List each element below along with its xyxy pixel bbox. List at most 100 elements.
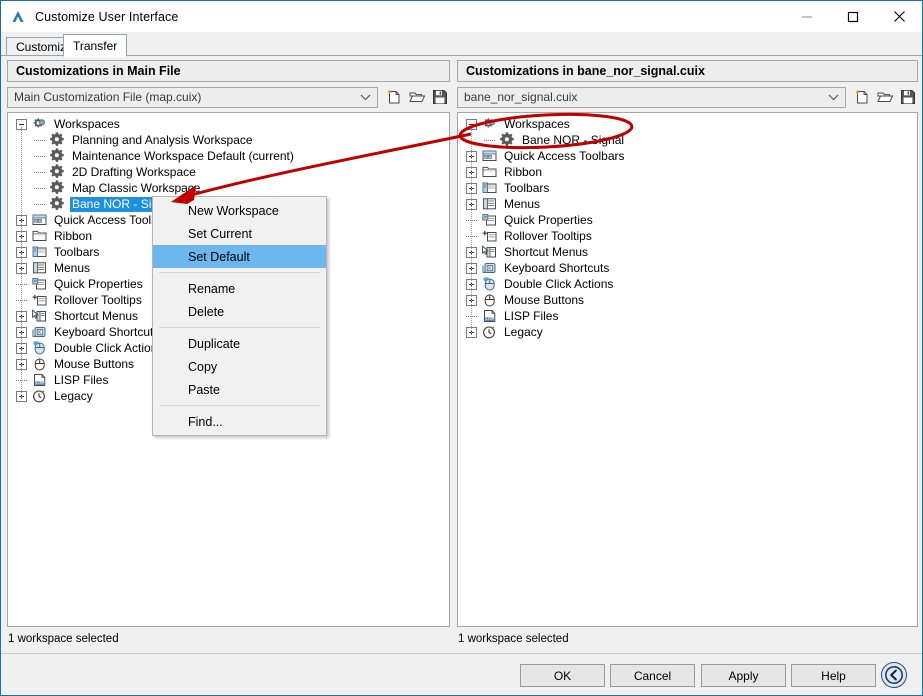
open-folder-icon[interactable] [407, 87, 427, 107]
autocad-logo-icon [10, 9, 26, 25]
context-menu-item[interactable]: Find... [153, 410, 326, 433]
tree-node-label: Quick Access Toolbars [504, 148, 625, 163]
right-panel-header: Customizations in bane_nor_signal.cuix [457, 60, 918, 82]
tree-node[interactable]: 2D Drafting Workspace [8, 164, 449, 180]
context-menu-item-label: Set Default [188, 249, 250, 264]
workspace-context-menu[interactable]: New Workspace Set Current Set Default Re… [152, 196, 327, 436]
ok-button-label: OK [553, 668, 572, 683]
save-icon[interactable] [898, 87, 918, 107]
tree-node[interactable]: Quick Properties [458, 212, 917, 228]
tree-node-label: Keyboard Shortcuts [54, 324, 160, 339]
close-icon[interactable] [876, 1, 922, 32]
workspace-gear-icon [49, 180, 66, 196]
menus-icon [31, 260, 48, 276]
chevron-down-icon[interactable] [360, 88, 371, 107]
context-menu-item[interactable]: New Workspace [153, 199, 326, 222]
help-button[interactable]: Help [791, 664, 876, 687]
open-folder-icon[interactable] [875, 87, 895, 107]
left-file-combo[interactable]: Main Customization File (map.cuix) [7, 86, 378, 108]
context-menu-item-label: Paste [188, 382, 220, 397]
tree-node[interactable]: Workspaces [458, 116, 917, 132]
chevron-left-circle-icon[interactable] [881, 662, 907, 688]
context-menu-item[interactable]: Duplicate [153, 332, 326, 355]
tree-node[interactable]: Ribbon [458, 164, 917, 180]
context-menu-separator [159, 327, 320, 328]
tree-node-label: Shortcut Menus [54, 308, 139, 323]
tree-node[interactable]: Maintenance Workspace Default (current) [8, 148, 449, 164]
save-icon[interactable] [430, 87, 450, 107]
right-customizations-panel: Customizations in bane_nor_signal.cuix b… [457, 60, 918, 649]
context-menu-item-label: Duplicate [188, 336, 241, 351]
context-menu-separator [159, 272, 320, 273]
tree-node-label: Keyboard Shortcuts [504, 260, 610, 275]
context-menu-item[interactable]: Paste [153, 378, 326, 401]
workspace-gear-icon [49, 164, 66, 180]
apply-button[interactable]: Apply [701, 664, 786, 687]
tree-node-label: Ribbon [54, 228, 93, 243]
ok-button[interactable]: OK [520, 664, 605, 687]
context-menu-item[interactable]: Delete [153, 300, 326, 323]
cancel-button-label: Cancel [633, 668, 672, 683]
right-status: 1 workspace selected [458, 630, 918, 648]
new-file-icon[interactable] [384, 87, 404, 107]
tree-node[interactable]: Mouse Buttons [458, 292, 917, 308]
tree-node[interactable]: Quick Access Toolbars [458, 148, 917, 164]
context-menu-item[interactable]: Copy [153, 355, 326, 378]
tree-node-label: Shortcut Menus [504, 244, 589, 259]
context-menu-item[interactable]: Rename [153, 277, 326, 300]
right-file-combo[interactable]: bane_nor_signal.cuix [457, 86, 846, 108]
maximize-icon[interactable] [830, 1, 876, 32]
right-tree-box[interactable]: Workspaces Bane NOR - Signal Quick Acces… [457, 112, 918, 627]
mouse-buttons-icon [481, 292, 498, 308]
mouse-buttons-icon [31, 356, 48, 372]
left-status: 1 workspace selected [8, 630, 450, 648]
minimize-icon[interactable] [784, 1, 830, 32]
new-file-icon[interactable] [852, 87, 872, 107]
context-menu-item-label: Copy [188, 359, 218, 374]
tree-node-label: Map Classic Workspace [72, 180, 201, 195]
title-bar: Customize User Interface [1, 1, 922, 32]
tree-node[interactable]: Rollover Tooltips [458, 228, 917, 244]
double-click-actions-icon [31, 340, 48, 356]
tree-guide-dots [34, 187, 45, 189]
tree-node-label: Toolbars [54, 244, 100, 259]
tree-node-label: Mouse Buttons [54, 356, 135, 371]
tree-node[interactable]: Bane NOR - Signal [458, 132, 917, 148]
workspace-gear-icon [49, 132, 66, 148]
right-file-actions [852, 87, 918, 107]
tree-node[interactable]: Planning and Analysis Workspace [8, 132, 449, 148]
tree-node-label: Quick Properties [504, 212, 593, 227]
tab-transfer[interactable]: Transfer [63, 34, 128, 57]
dialog-footer: OK Cancel Apply Help [1, 653, 922, 695]
cancel-button[interactable]: Cancel [610, 664, 695, 687]
double-click-actions-icon [481, 276, 498, 292]
keyboard-shortcuts-icon: K [31, 324, 48, 340]
tree-node[interactable]: Toolbars [458, 180, 917, 196]
tree-node-label: Menus [54, 260, 91, 275]
tree-node-label: Quick Properties [54, 276, 143, 291]
workspaces-gear-icon [481, 116, 498, 132]
tree-node[interactable]: LISP LISP Files [458, 308, 917, 324]
tree-node-label: Toolbars [504, 180, 550, 195]
left-panel-header-label: Customizations in Main File [16, 64, 181, 78]
quick-properties-icon [481, 212, 498, 228]
tree-node-label: Legacy [54, 388, 93, 403]
tree-node[interactable]: Menus [458, 196, 917, 212]
tab-transfer-label: Transfer [73, 38, 118, 53]
tree-node[interactable]: Double Click Actions [458, 276, 917, 292]
tab-strip: Customize Transfer [1, 32, 922, 57]
window-title: Customize User Interface [35, 9, 179, 24]
context-menu-item[interactable]: Set Default [153, 245, 326, 268]
tree-node[interactable]: Legacy [458, 324, 917, 340]
right-status-label: 1 workspace selected [458, 633, 569, 645]
tree-node[interactable]: Workspaces [8, 116, 449, 132]
context-menu-item-label: Delete [188, 304, 225, 319]
tree-node-label: Workspaces [54, 116, 120, 131]
tree-node[interactable]: Shortcut Menus [458, 244, 917, 260]
tree-node[interactable]: K Keyboard Shortcuts [458, 260, 917, 276]
context-menu-item[interactable]: Set Current [153, 222, 326, 245]
tree-node[interactable]: Map Classic Workspace [8, 180, 449, 196]
svg-text:LISP: LISP [486, 317, 495, 321]
context-menu-item-label: Find... [188, 414, 223, 429]
chevron-down-icon[interactable] [828, 88, 839, 107]
